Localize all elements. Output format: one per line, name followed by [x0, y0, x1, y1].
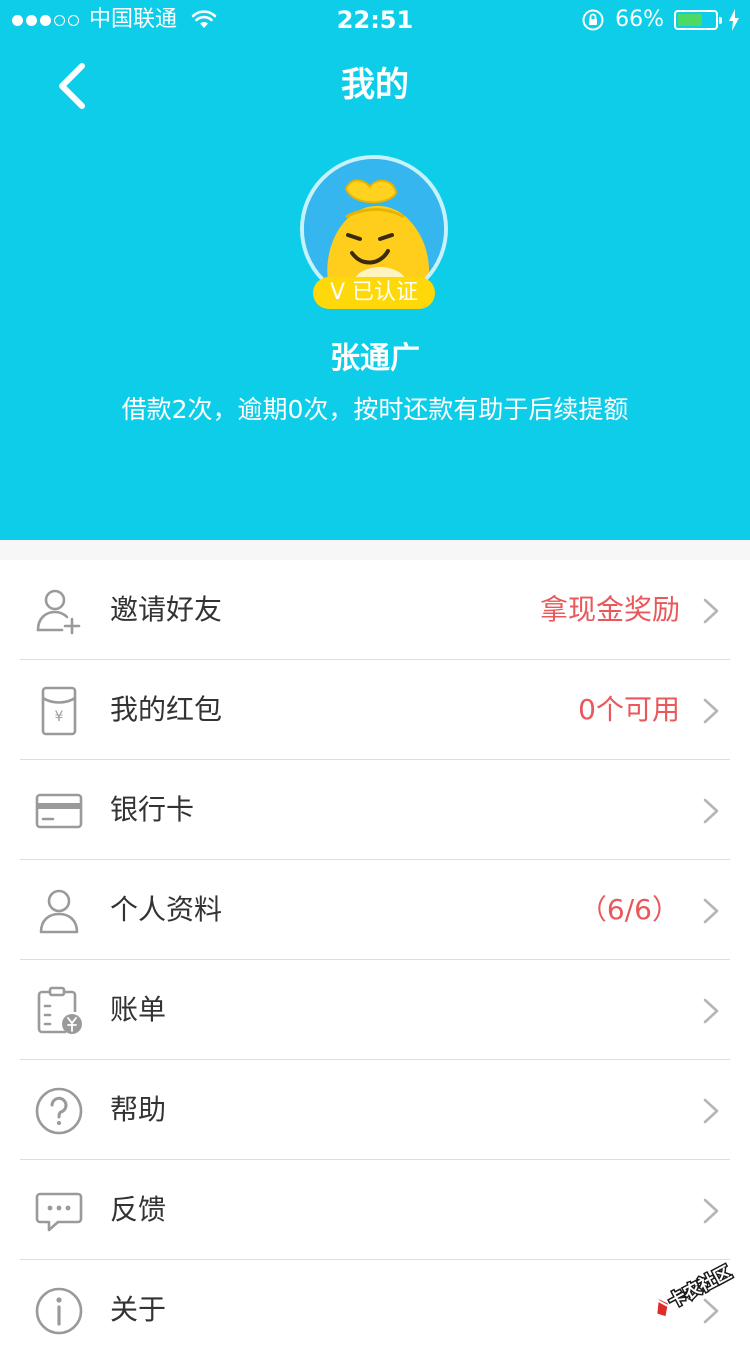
chevron-right-icon	[703, 898, 719, 924]
menu-label: 帮助	[110, 1093, 167, 1126]
menu-label: 关于	[110, 1293, 167, 1326]
chevron-right-icon	[703, 998, 719, 1024]
menu-label: 我的红包	[110, 693, 223, 726]
user-icon	[39, 889, 79, 934]
add-user-icon	[36, 589, 81, 635]
watermark-text: 卡农社区	[665, 1262, 735, 1312]
menu-label: 银行卡	[110, 793, 195, 826]
menu-extra: 0个可用	[578, 693, 680, 726]
profile-header: 中国联通 22:51 66% 我的 V 已认证 张通广 借款2次，逾期0次，按时…	[0, 0, 750, 540]
feedback-icon	[35, 1192, 83, 1232]
loan-summary: 借款2次，逾期0次，按时还款有助于后续提额	[121, 395, 629, 424]
menu-list: 邀请好友 拿现金奖励 ¥ 我的红包 0个可用 银行卡 个人资料 （6/6） 账单…	[0, 560, 750, 1360]
battery-icon	[674, 10, 722, 30]
page-title: 我的	[341, 65, 409, 105]
menu-label: 反馈	[110, 1193, 167, 1226]
menu-label: 账单	[110, 993, 167, 1026]
chevron-right-icon	[703, 698, 719, 724]
chevron-right-icon	[703, 798, 719, 824]
verified-badge: V 已认证	[313, 277, 435, 309]
menu-item-bill[interactable]: 账单	[0, 960, 750, 1060]
section-divider	[0, 540, 750, 560]
menu-extra: （6/6）	[578, 893, 680, 926]
menu-item-help[interactable]: 帮助	[0, 1060, 750, 1160]
info-icon	[35, 1287, 83, 1335]
bill-icon	[37, 986, 82, 1034]
charging-bolt-icon	[729, 9, 739, 31]
menu-item-about[interactable]: 关于	[0, 1260, 750, 1360]
orientation-lock-icon	[582, 9, 604, 31]
menu-item-red-packet[interactable]: ¥ 我的红包 0个可用	[0, 660, 750, 760]
chevron-right-icon	[703, 598, 719, 624]
status-bar: 中国联通 22:51 66%	[0, 0, 750, 40]
menu-extra: 拿现金奖励	[539, 593, 680, 626]
svg-text:¥: ¥	[55, 709, 64, 725]
menu-item-personal-info[interactable]: 个人资料 （6/6）	[0, 860, 750, 960]
menu-item-bank-card[interactable]: 银行卡	[0, 760, 750, 860]
bank-card-icon	[35, 793, 83, 829]
menu-label: 个人资料	[110, 893, 223, 926]
user-name: 张通广	[330, 341, 420, 376]
menu-item-feedback[interactable]: 反馈	[0, 1160, 750, 1260]
menu-label: 邀请好友	[110, 593, 223, 626]
help-icon	[35, 1087, 83, 1135]
kanong-watermark-logo: 卡农社区	[656, 1260, 736, 1317]
chevron-right-icon	[703, 1098, 719, 1124]
battery-percent: 66%	[615, 7, 664, 32]
chevron-right-icon	[703, 1198, 719, 1224]
menu-item-invite-friends[interactable]: 邀请好友 拿现金奖励	[0, 560, 750, 660]
red-packet-icon: ¥	[41, 686, 77, 736]
avatar-container[interactable]: V 已认证	[300, 155, 448, 309]
